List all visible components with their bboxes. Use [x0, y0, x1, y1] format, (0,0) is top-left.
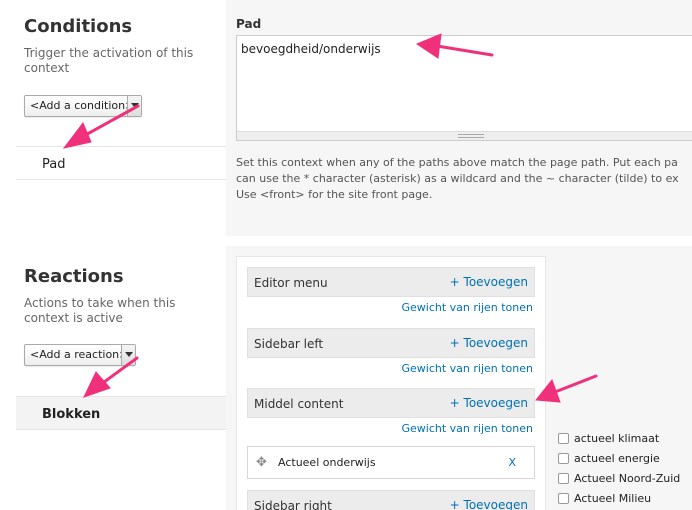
block-checkbox[interactable]: Actueel Milieu	[558, 492, 680, 510]
chevron-down-icon	[127, 96, 141, 116]
checkbox-label: actueel energie	[574, 452, 660, 465]
region-middel-content: Middel content + Toevoegen	[247, 388, 535, 418]
conditions-description: Trigger the activation of this context	[24, 46, 194, 75]
resize-handle[interactable]	[237, 131, 692, 140]
checkbox[interactable]	[558, 473, 569, 484]
path-field-label: Pad	[236, 17, 262, 31]
reactions-title: Reactions	[24, 266, 124, 287]
show-row-weights-link[interactable]: Gewicht van rijen tonen	[401, 301, 533, 314]
path-help-line: Use <front> for the site front page.	[236, 188, 433, 201]
region-label: Middel content	[254, 397, 344, 411]
region-sidebar-left: Sidebar left + Toevoegen	[247, 328, 535, 358]
path-help-text: Set this context when any of the paths a…	[236, 155, 692, 203]
remove-block-button[interactable]: X	[508, 456, 516, 469]
checkbox-label: Actueel Noord-Zuid	[574, 472, 681, 485]
add-condition-select-value: <Add a condition>	[30, 99, 135, 112]
reaction-item-blokken[interactable]: Blokken	[16, 396, 226, 430]
checkbox-label: Actueel Milieu	[574, 492, 652, 505]
add-block-link[interactable]: + Toevoegen	[450, 275, 528, 289]
conditions-title: Conditions	[24, 16, 133, 37]
path-settings-panel: Pad bevoegdheid/onderwijs Set this conte…	[226, 0, 692, 236]
conditions-panel: Conditions Trigger the activation of thi…	[0, 0, 226, 236]
checkbox[interactable]	[558, 433, 569, 444]
path-help-line: Set this context when any of the paths a…	[236, 156, 678, 169]
blocks-settings-panel: Editor menu + Toevoegen Gewicht van rije…	[226, 246, 692, 510]
block-checkbox[interactable]: actueel klimaat	[558, 432, 680, 452]
chevron-down-icon	[121, 345, 135, 365]
checkbox[interactable]	[558, 453, 569, 464]
show-row-weights-link[interactable]: Gewicht van rijen tonen	[401, 362, 533, 375]
region-sidebar-right: Sidebar right + Toevoegen	[247, 490, 535, 510]
checkbox[interactable]	[558, 493, 569, 504]
add-condition-select[interactable]: <Add a condition>	[24, 95, 142, 117]
path-textarea-value: bevoegdheid/onderwijs	[241, 42, 381, 56]
checkbox-label: actueel klimaat	[574, 432, 660, 445]
add-reaction-select-value: <Add a reaction>	[30, 348, 129, 361]
move-icon[interactable]: ✥	[256, 456, 267, 469]
reactions-panel: Reactions Actions to take when this cont…	[0, 246, 226, 510]
region-label: Sidebar left	[254, 337, 324, 351]
block-checkbox-list: actueel klimaat actueel energie Actueel …	[558, 432, 680, 510]
blocks-regions: Editor menu + Toevoegen Gewicht van rije…	[236, 256, 546, 510]
region-label: Editor menu	[254, 276, 328, 290]
add-block-link[interactable]: + Toevoegen	[450, 336, 528, 350]
path-help-line: can use the * character (asterisk) as a …	[236, 172, 679, 185]
show-row-weights-link[interactable]: Gewicht van rijen tonen	[401, 422, 533, 435]
path-textarea[interactable]: bevoegdheid/onderwijs	[236, 35, 692, 141]
block-checkbox[interactable]: actueel energie	[558, 452, 680, 472]
region-label: Sidebar right	[254, 499, 332, 510]
condition-item-pad[interactable]: Pad	[16, 146, 226, 180]
block-row[interactable]: ✥ Actueel onderwijs X	[247, 446, 535, 479]
block-name: Actueel onderwijs	[278, 456, 376, 469]
reactions-description: Actions to take when this context is act…	[24, 296, 176, 325]
block-checkbox[interactable]: Actueel Noord-Zuid	[558, 472, 680, 492]
left-column: Conditions Trigger the activation of thi…	[0, 0, 226, 510]
add-block-link[interactable]: + Toevoegen	[450, 396, 528, 410]
add-block-link[interactable]: + Toevoegen	[450, 498, 528, 510]
region-editor-menu: Editor menu + Toevoegen	[247, 267, 535, 297]
add-reaction-select[interactable]: <Add a reaction>	[24, 344, 136, 366]
